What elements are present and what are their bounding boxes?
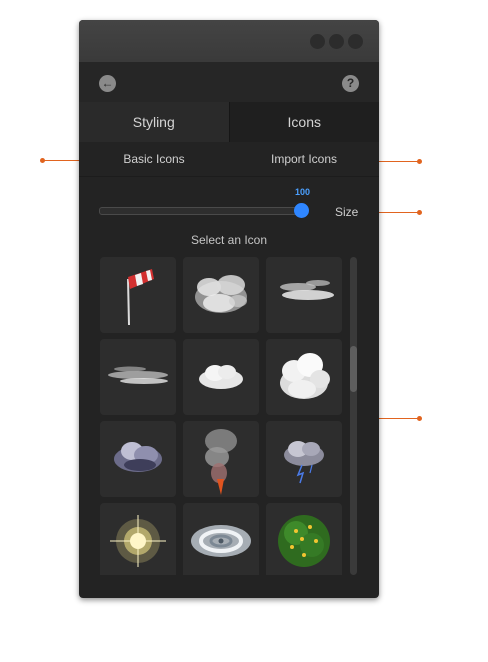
wispy-clouds-icon — [280, 280, 334, 300]
tab-styling[interactable]: Styling — [79, 102, 229, 142]
help-icon[interactable]: ? — [342, 75, 359, 92]
icon-tile[interactable] — [100, 421, 176, 497]
toolbar: ← ? — [79, 62, 379, 102]
callout-dot-size — [417, 210, 422, 215]
window-dot-3[interactable] — [348, 34, 363, 49]
icon-tile[interactable] — [183, 257, 259, 333]
size-value: 100 — [295, 187, 311, 197]
icon-grid-viewport — [100, 257, 347, 575]
tab-icons[interactable]: Icons — [228, 102, 379, 142]
icon-tile[interactable] — [266, 503, 342, 575]
back-arrow-icon[interactable]: ← — [99, 75, 116, 92]
icon-grid-scrollbar[interactable] — [350, 257, 357, 575]
size-slider-thumb[interactable] — [294, 203, 309, 218]
sun-icon — [110, 515, 166, 567]
select-icon-label: Select an Icon — [190, 233, 268, 247]
cloud-cluster-icon — [195, 275, 247, 313]
storm-cloud-icon — [284, 441, 324, 484]
windsock-icon — [127, 269, 154, 326]
icon-tile[interactable] — [100, 339, 176, 415]
icon-tile[interactable] — [266, 421, 342, 497]
size-label: Size — [335, 205, 359, 219]
small-cloud-icon — [199, 365, 243, 389]
hurricane-icon — [191, 525, 251, 557]
window-dot-2[interactable] — [329, 34, 344, 49]
smoke-plume-icon — [205, 429, 237, 495]
size-slider[interactable] — [99, 207, 307, 215]
icon-tile[interactable] — [266, 257, 342, 333]
icon-tile[interactable] — [183, 503, 259, 575]
icon-tile[interactable] — [183, 339, 259, 415]
main-tabs: Styling Icons — [79, 102, 379, 142]
callout-dot-basic-icons — [40, 158, 45, 163]
tree-icon — [278, 515, 330, 567]
title-bar — [79, 20, 379, 62]
streak-clouds-icon — [108, 366, 168, 384]
window-dot-1[interactable] — [310, 34, 325, 49]
callout-dot-icon-grid — [417, 416, 422, 421]
icon-tile[interactable] — [266, 339, 342, 415]
icon-source-tabs: Basic Icons Import Icons — [79, 142, 379, 177]
icon-tile[interactable] — [100, 503, 176, 575]
icon-picker-panel: ← ? Styling Icons Basic Icons Import Ico… — [79, 20, 379, 598]
cumulus-cloud-icon — [280, 353, 330, 399]
icon-tile[interactable] — [183, 421, 259, 497]
window-controls — [310, 34, 363, 49]
icon-tile[interactable] — [100, 257, 176, 333]
callout-dot-import-icons — [417, 159, 422, 164]
dark-cloud-icon — [114, 442, 162, 472]
tab-basic-icons[interactable]: Basic Icons — [79, 142, 229, 176]
icon-grid-scrollbar-thumb[interactable] — [350, 346, 357, 392]
icon-grid — [100, 257, 347, 575]
tab-import-icons[interactable]: Import Icons — [229, 142, 379, 176]
